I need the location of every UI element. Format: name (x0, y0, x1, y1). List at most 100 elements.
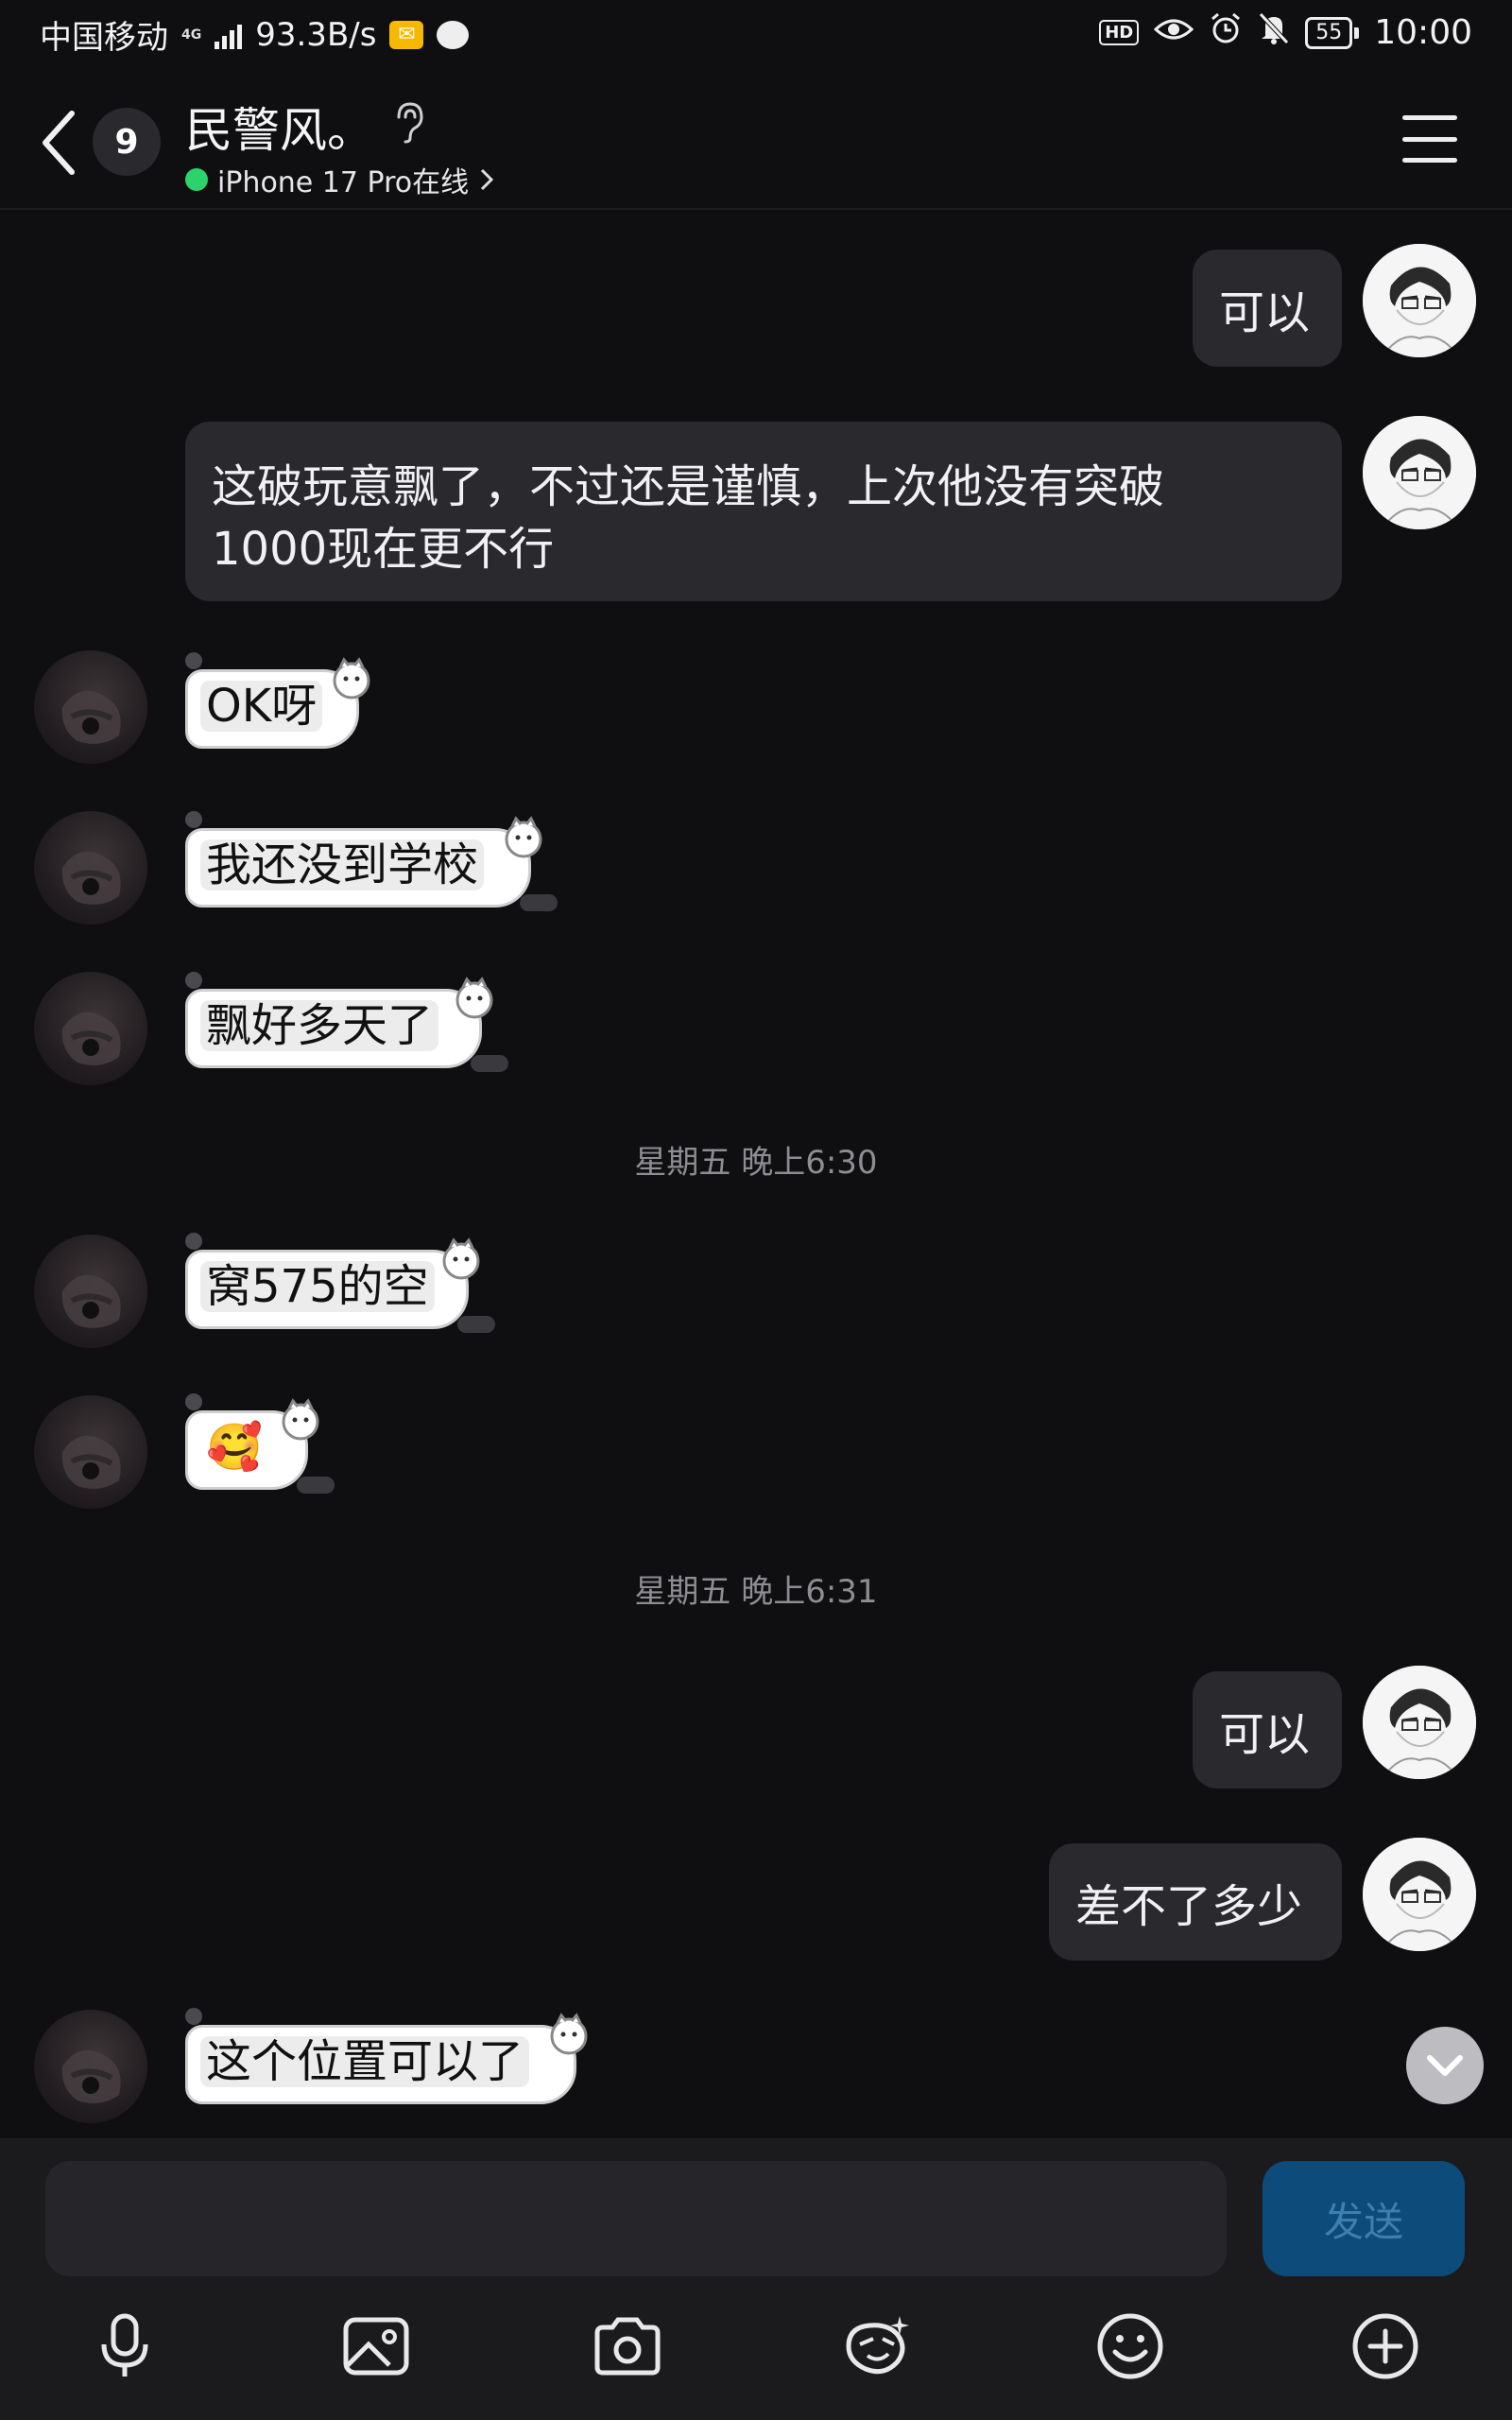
avatar-image (34, 650, 147, 764)
sticker-decoration (185, 652, 202, 669)
emoji-icon (1097, 2313, 1163, 2379)
message-text: 窝575的空 (200, 1261, 435, 1312)
emoji-button[interactable] (1091, 2307, 1170, 2386)
online-status[interactable]: iPhone 17 Pro在线 (185, 159, 495, 200)
scroll-to-bottom-button[interactable] (1406, 2027, 1484, 2104)
my-avatar[interactable] (1363, 416, 1476, 529)
status-bar-right: HD 55 10:00 (1099, 11, 1472, 54)
cat-sticker-icon (505, 816, 542, 858)
sticker-button[interactable] (839, 2307, 919, 2386)
chevron-down-icon (1427, 2055, 1463, 2076)
network-type-label: 4G (181, 26, 202, 43)
contact-avatar[interactable] (34, 811, 147, 925)
alarm-icon (1209, 11, 1243, 54)
network-speed: 93.3B/s (255, 15, 377, 54)
message-text: 可以 (1219, 286, 1311, 339)
sticker-decoration (185, 2008, 202, 2025)
sticker-decoration (185, 1233, 202, 1250)
clock: 10:00 (1374, 13, 1472, 52)
message-bubble-incoming[interactable]: 窝575的空 (185, 1233, 495, 1333)
signal-icon (215, 21, 243, 49)
cat-sticker-icon (550, 2013, 588, 2055)
cloud-decoration (457, 1316, 495, 1333)
message-text: 可以 (1219, 1708, 1311, 1761)
message-bubble-outgoing[interactable]: 差不了多少 (1049, 1843, 1342, 1961)
sticker-decoration (185, 972, 202, 989)
menu-icon-bar (1402, 158, 1457, 163)
battery-level: 55 (1305, 16, 1353, 49)
chevron-right-icon (481, 168, 494, 191)
message-bubble-incoming[interactable]: 我还没到学校 (185, 811, 558, 911)
ear-icon (391, 100, 429, 144)
message-input[interactable] (45, 2161, 1227, 2276)
contact-avatar[interactable] (34, 2010, 147, 2123)
chevron-left-icon (43, 111, 75, 175)
cat-sticker-icon (282, 1398, 319, 1441)
message-bubble-incoming[interactable]: 这个位置可以了 (185, 2008, 597, 2104)
hugging-face-emoji: 🥰 (206, 1421, 263, 1474)
message-text: 飘好多天了 (200, 1000, 439, 1051)
message-timestamp: 星期五 晚上6:31 (634, 1573, 878, 1611)
chat-notification-icon (437, 20, 470, 49)
online-indicator-icon (185, 168, 208, 191)
battery-icon: 55 (1305, 16, 1360, 49)
mail-notification-icon: ✉ (389, 20, 424, 49)
cloud-decoration (471, 1055, 508, 1072)
chat-header: 9 民警风。 iPhone 17 Pro在线 (0, 76, 1512, 210)
cat-sticker-icon (333, 657, 370, 700)
online-status-text: iPhone 17 Pro在线 (217, 166, 470, 199)
camera-button[interactable] (588, 2307, 667, 2386)
avatar-image (34, 2010, 147, 2123)
message-timestamp: 星期五 晚上6:30 (634, 1144, 878, 1182)
carrier-label: 中国移动 (40, 19, 168, 57)
menu-button[interactable] (1402, 115, 1457, 163)
my-avatar[interactable] (1363, 244, 1476, 357)
gallery-button[interactable] (336, 2307, 416, 2386)
contact-avatar[interactable] (34, 650, 147, 764)
avatar-image (1363, 1666, 1476, 1779)
microphone-icon (101, 2313, 148, 2377)
avatar-image (1363, 1838, 1476, 1951)
avatar-image (34, 972, 147, 1085)
add-icon (1352, 2313, 1418, 2379)
hd-icon: HD (1099, 20, 1140, 45)
send-button[interactable]: 发送 (1263, 2161, 1465, 2276)
more-button[interactable] (1346, 2307, 1425, 2386)
unread-count-badge[interactable]: 9 (93, 108, 161, 176)
message-text-line-1: 这破玩意飘了，不过还是谨慎，上次他没有突破 (212, 460, 1165, 513)
message-bubble-incoming[interactable]: OK呀 (185, 652, 380, 749)
avatar-image (34, 1395, 147, 1509)
back-button[interactable] (38, 108, 79, 178)
message-bubble-outgoing[interactable]: 这破玩意飘了，不过还是谨慎，上次他没有突破 1000现在更不行 (185, 422, 1342, 601)
camera-icon (594, 2317, 661, 2376)
message-bubble-incoming[interactable]: 🥰 (185, 1393, 335, 1494)
message-bubble-outgoing[interactable]: 可以 (1193, 1671, 1342, 1789)
cat-sticker-icon (455, 977, 493, 1019)
message-text: 这个位置可以了 (200, 2036, 530, 2087)
my-avatar[interactable] (1363, 1666, 1476, 1779)
input-toolbar (0, 2307, 1512, 2411)
input-bar: 发送 (0, 2138, 1512, 2420)
sticker-icon (846, 2316, 909, 2375)
message-text: 我还没到学校 (200, 839, 485, 890)
avatar-image (1363, 416, 1476, 529)
menu-icon-bar (1402, 136, 1457, 142)
voice-button[interactable] (85, 2307, 164, 2386)
message-bubble-incoming[interactable]: 飘好多天了 (185, 972, 508, 1072)
contact-avatar[interactable] (34, 1395, 147, 1509)
sticker-decoration (185, 811, 202, 828)
status-bar-left: 中国移动 4G 93.3B/s ✉ (40, 11, 470, 58)
status-bar: 中国移动 4G 93.3B/s ✉ HD 55 10:00 (0, 0, 1512, 76)
avatar-image (34, 1235, 147, 1348)
sticker-decoration (185, 1393, 202, 1410)
contact-avatar[interactable] (34, 1235, 147, 1348)
my-avatar[interactable] (1363, 1838, 1476, 1951)
cloud-decoration (297, 1477, 335, 1494)
message-text: OK呀 (200, 681, 323, 732)
image-icon (343, 2317, 409, 2376)
contact-name[interactable]: 民警风。 (185, 93, 374, 161)
mute-icon (1258, 11, 1290, 54)
message-text-line-2: 1000现在更不行 (212, 523, 555, 576)
message-bubble-outgoing[interactable]: 可以 (1193, 250, 1342, 367)
contact-avatar[interactable] (34, 972, 147, 1085)
